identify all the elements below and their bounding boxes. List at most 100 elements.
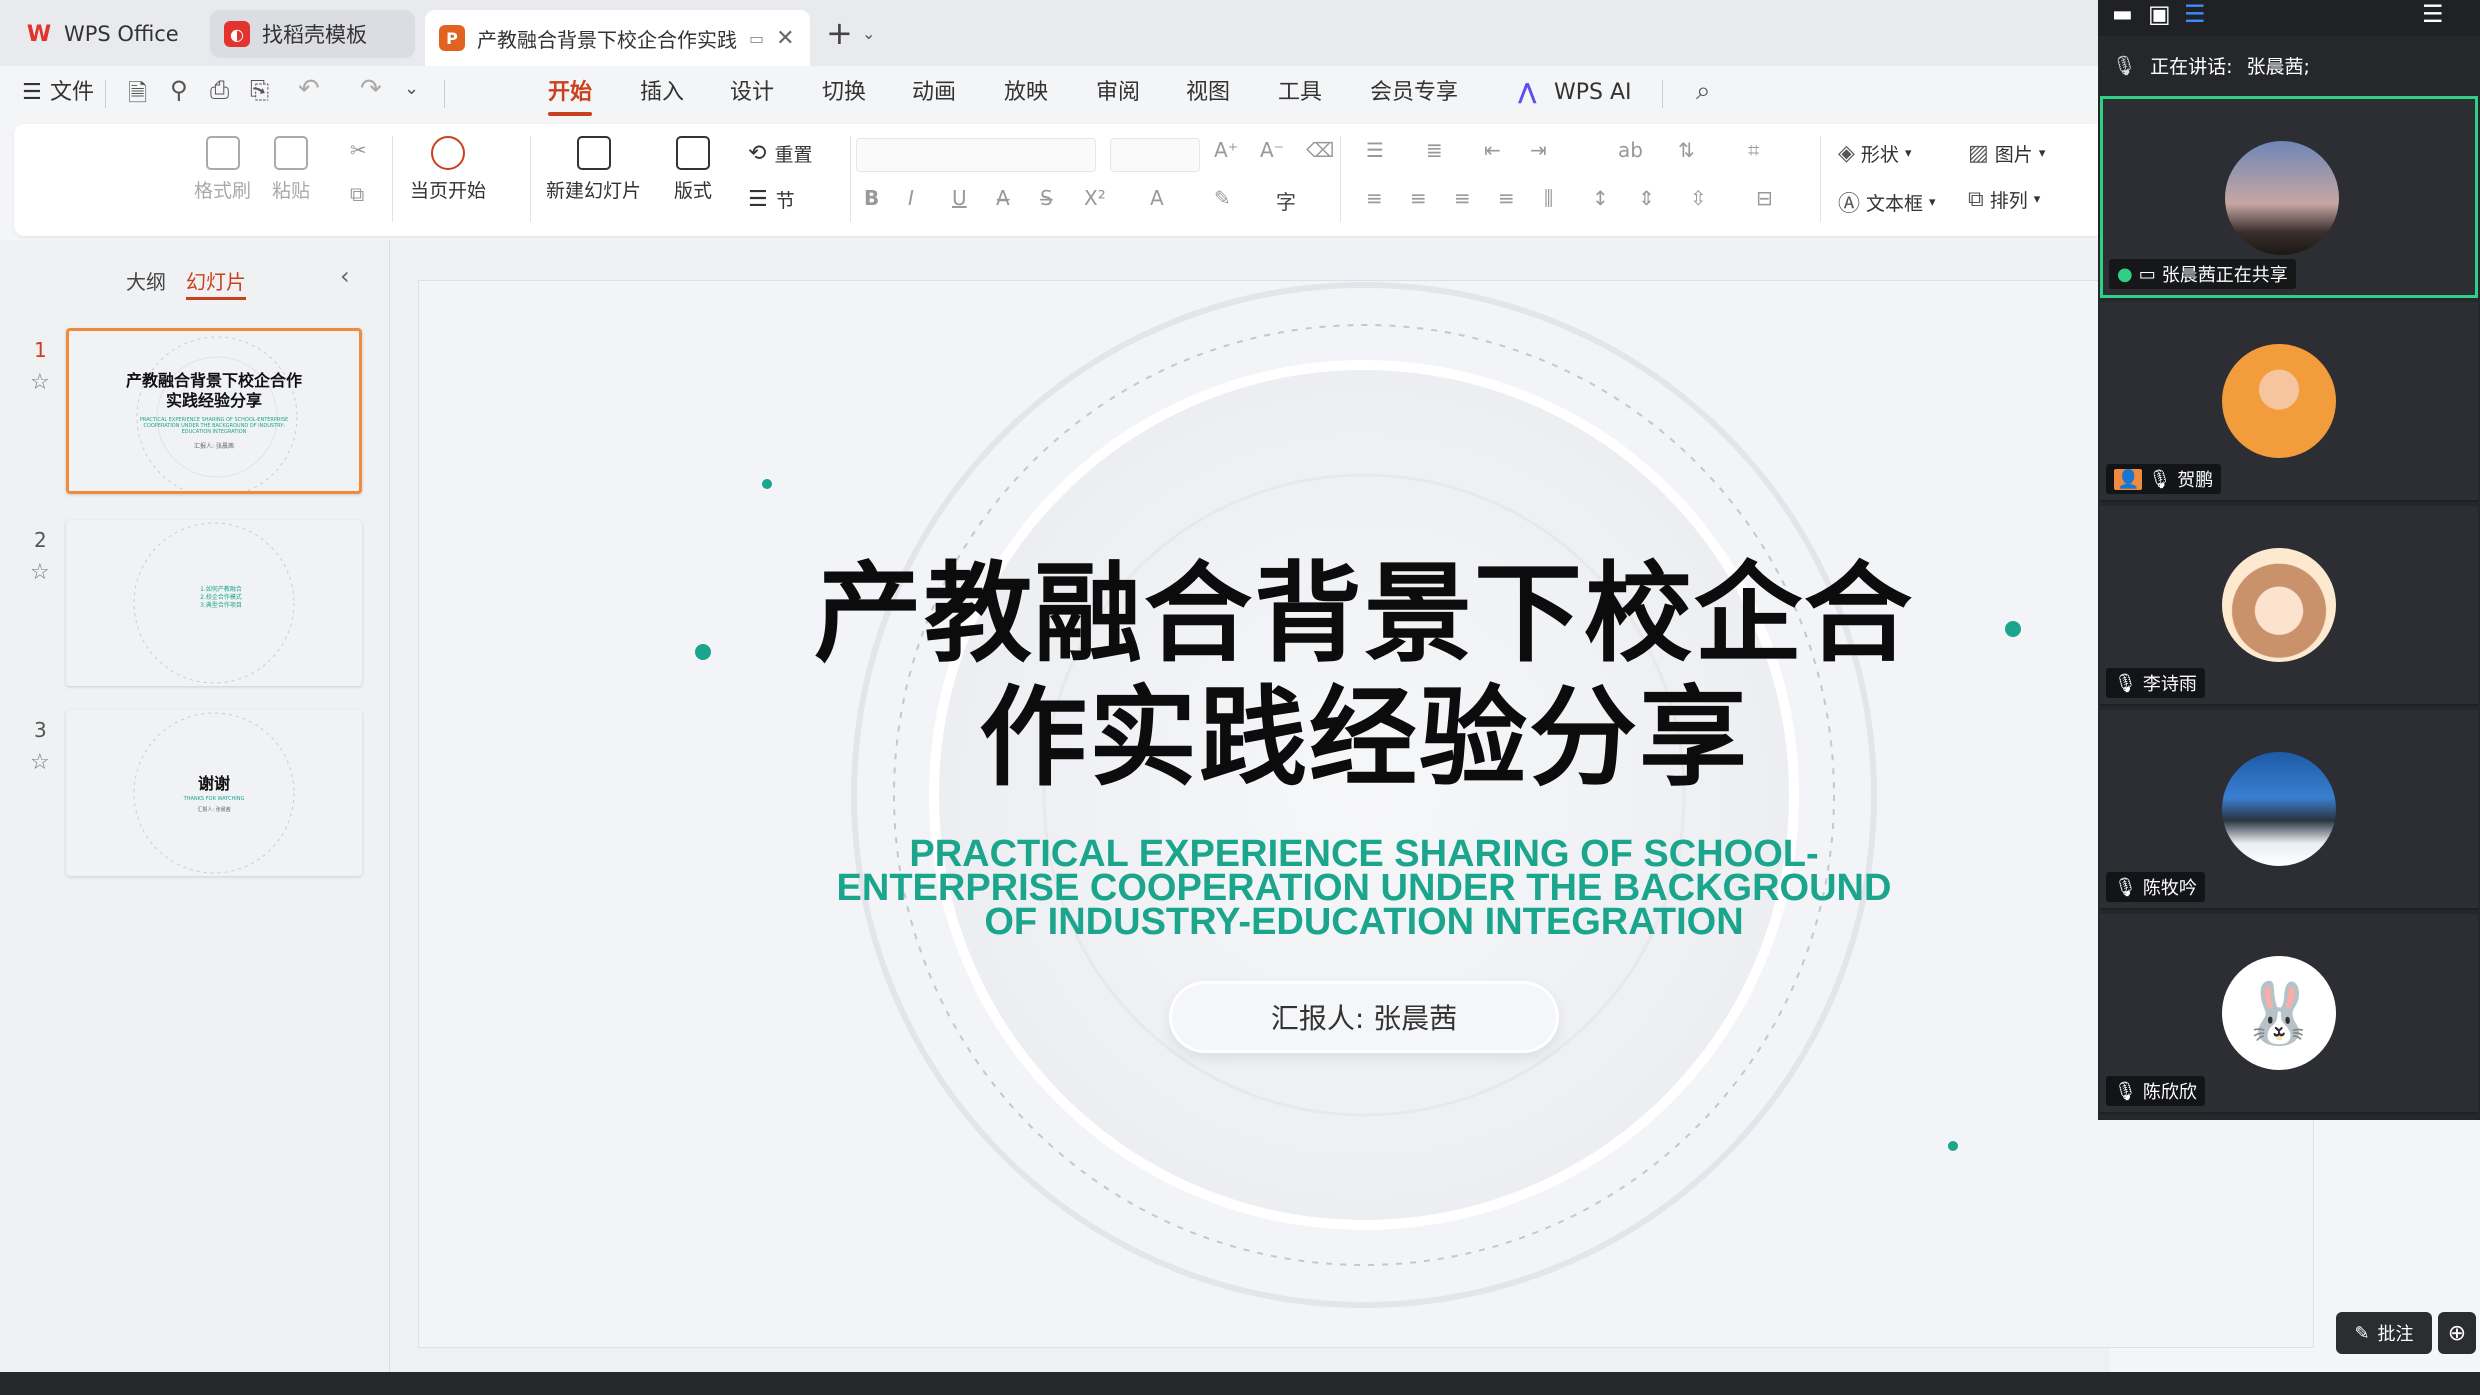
- tab-docer[interactable]: ◐ 找稻壳模板: [210, 10, 415, 58]
- close-icon[interactable]: ✕: [776, 26, 794, 51]
- format-painter-button[interactable]: 格式刷: [194, 136, 251, 203]
- increase-font-icon[interactable]: A⁺: [1214, 138, 1238, 162]
- minimize-icon[interactable]: ▬: [2112, 2, 2133, 27]
- menu-wps-ai[interactable]: WPS AI: [1554, 74, 1632, 112]
- menu-home[interactable]: 开始: [548, 74, 593, 116]
- thumb-reporter: 汇报人: 张晨茜: [194, 443, 234, 450]
- slide-canvas[interactable]: 产教融合背景下校企合 作实践经验分享 PRACTICAL EXPERIENCE …: [418, 280, 2314, 1348]
- arrange-button[interactable]: ⧉ 排列 ▾: [1968, 186, 2040, 213]
- distribute-icon[interactable]: ⫼: [1544, 186, 1553, 210]
- undo-icon[interactable]: ↶: [298, 74, 320, 104]
- highlight-icon[interactable]: ✎: [1214, 186, 1231, 210]
- text-box-align-icon[interactable]: ⊟: [1756, 186, 1773, 210]
- underline-icon[interactable]: U: [952, 186, 967, 210]
- font-color-icon[interactable]: A: [1150, 186, 1164, 210]
- menu-view[interactable]: 视图: [1186, 74, 1230, 112]
- shadow-icon[interactable]: S̶: [1040, 186, 1053, 210]
- menu-design[interactable]: 设计: [730, 74, 774, 112]
- menu-member[interactable]: 会员专享: [1370, 74, 1458, 112]
- copy-icon[interactable]: ⧉: [350, 182, 364, 206]
- thumb-reporter: 汇报人: 张晨茜: [197, 807, 231, 813]
- paste-button[interactable]: 粘贴: [272, 136, 310, 203]
- participant-card[interactable]: 🐰 🎙 陈欣欣: [2100, 914, 2478, 1114]
- star-icon[interactable]: ☆: [30, 560, 50, 585]
- menu-file[interactable]: 文件: [50, 74, 94, 112]
- search-icon[interactable]: ⌕: [1696, 76, 1711, 107]
- slide-subtitle[interactable]: PRACTICAL EXPERIENCE SHARING OF SCHOOL-E…: [809, 835, 1919, 941]
- line-spacing-icon[interactable]: ↕: [1592, 186, 1609, 210]
- participant-name-tag: 👤 🎙 贺鹏: [2106, 464, 2222, 494]
- monitor-icon[interactable]: ▭: [749, 29, 764, 48]
- print-preview-icon[interactable]: ⎘: [250, 76, 269, 104]
- slide-thumbnail-3[interactable]: 谢谢 THANKS FOR WATCHING 汇报人: 张晨茜: [66, 710, 362, 876]
- clear-format-icon[interactable]: ⌫: [1306, 138, 1334, 162]
- participant-card[interactable]: 🎙 陈牧吟: [2100, 710, 2478, 910]
- convert-smartart-icon[interactable]: ⌗: [1748, 138, 1759, 162]
- text-direction-icon[interactable]: ab: [1618, 138, 1643, 162]
- slide-title[interactable]: 产教融合背景下校企合 作实践经验分享: [659, 553, 2069, 801]
- justify-icon[interactable]: ≡: [1498, 186, 1515, 210]
- menu-slideshow[interactable]: 放映: [1004, 74, 1048, 112]
- textbox-button[interactable]: Ⓐ 文本框 ▾: [1838, 186, 1936, 218]
- bullet-list-icon[interactable]: ☰: [1366, 138, 1384, 162]
- outline-tab[interactable]: 大纲: [126, 266, 166, 295]
- new-slide-button[interactable]: 新建幻灯片: [546, 136, 641, 203]
- decrease-indent-icon[interactable]: ⇤: [1484, 138, 1501, 162]
- phonetic-icon[interactable]: 字: [1276, 186, 1296, 215]
- align-right-icon[interactable]: ≡: [1454, 186, 1471, 210]
- decrease-font-icon[interactable]: A⁻: [1260, 138, 1284, 162]
- participant-card[interactable]: ● ▭ 张晨茜正在共享: [2100, 96, 2478, 298]
- redo-icon[interactable]: ↷: [360, 74, 382, 104]
- bold-icon[interactable]: B: [864, 186, 879, 210]
- slide-thumbnail-1[interactable]: 产教融合背景下校企合作实践经验分享 PRACTICAL EXPERIENCE S…: [66, 328, 362, 494]
- menu-transition[interactable]: 切换: [822, 74, 866, 112]
- italic-icon[interactable]: I: [908, 186, 914, 210]
- tab-label: 产教融合背景下校企合作实践: [477, 27, 737, 52]
- quick-access-chevron-icon[interactable]: ⌄: [404, 78, 419, 99]
- reset-button[interactable]: ⟲ 重置: [748, 140, 812, 167]
- menu-animation[interactable]: 动画: [912, 74, 956, 112]
- sort-icon[interactable]: ⇅: [1678, 138, 1695, 162]
- print-icon[interactable]: ⎙: [210, 76, 229, 104]
- cut-icon[interactable]: ✂: [350, 138, 367, 162]
- collapse-panel-icon[interactable]: ‹: [340, 262, 350, 290]
- picture-button[interactable]: ▨ 图片 ▾: [1968, 140, 2045, 167]
- reporter-pill[interactable]: 汇报人: 张晨茜: [1169, 981, 1559, 1053]
- tab-presentation[interactable]: P 产教融合背景下校企合作实践 ▭ ✕: [425, 10, 810, 66]
- font-family-select[interactable]: [856, 138, 1096, 172]
- play-from-current-button[interactable]: 当页开始: [410, 136, 486, 203]
- slides-tab[interactable]: 幻灯片: [186, 266, 246, 300]
- share-icon[interactable]: ⚲: [170, 76, 188, 104]
- numbered-list-icon[interactable]: ≣: [1426, 138, 1443, 162]
- chevron-down-icon[interactable]: ⌄: [862, 24, 875, 43]
- strikethrough-icon[interactable]: A̶: [996, 186, 1010, 210]
- para-settings-icon[interactable]: ⇳: [1690, 186, 1707, 210]
- star-icon[interactable]: ☆: [30, 370, 50, 395]
- font-size-select[interactable]: [1110, 138, 1200, 172]
- section-button[interactable]: ☰ 节: [748, 186, 795, 213]
- new-tab-plus-icon[interactable]: +: [826, 14, 853, 52]
- zoom-in-icon[interactable]: ⊕: [2438, 1312, 2476, 1354]
- annotate-button[interactable]: ✎ 批注: [2336, 1312, 2432, 1354]
- menu-review[interactable]: 审阅: [1096, 74, 1140, 112]
- menu-insert[interactable]: 插入: [640, 74, 684, 112]
- slide-thumbnail-2[interactable]: 1.如何产教融合 2.校企合作模式 3.典型合作项目: [66, 520, 362, 686]
- gallery-view-icon[interactable]: ☰: [2184, 0, 2206, 28]
- save-icon[interactable]: 🗎: [128, 76, 147, 117]
- star-icon[interactable]: ☆: [30, 750, 50, 775]
- menu-tools[interactable]: 工具: [1278, 74, 1322, 112]
- align-left-icon[interactable]: ≡: [1366, 186, 1383, 210]
- thumb-title: 谢谢: [197, 774, 230, 793]
- layout-button[interactable]: 版式: [674, 136, 712, 203]
- participant-card[interactable]: 👤 🎙 贺鹏: [2100, 302, 2478, 502]
- window-icon[interactable]: ▣: [2148, 0, 2171, 28]
- superscript-icon[interactable]: X²: [1084, 186, 1106, 210]
- participant-card[interactable]: 🎙 李诗雨: [2100, 506, 2478, 706]
- more-menu-icon[interactable]: ☰: [2422, 0, 2444, 28]
- hamburger-icon[interactable]: ☰: [22, 80, 42, 105]
- increase-indent-icon[interactable]: ⇥: [1530, 138, 1547, 162]
- shape-button[interactable]: ◈ 形状 ▾: [1838, 140, 1911, 167]
- align-center-icon[interactable]: ≡: [1410, 186, 1427, 210]
- paragraph-spacing-icon[interactable]: ⇕: [1638, 186, 1655, 210]
- tab-wps-office[interactable]: W WPS Office: [12, 10, 198, 58]
